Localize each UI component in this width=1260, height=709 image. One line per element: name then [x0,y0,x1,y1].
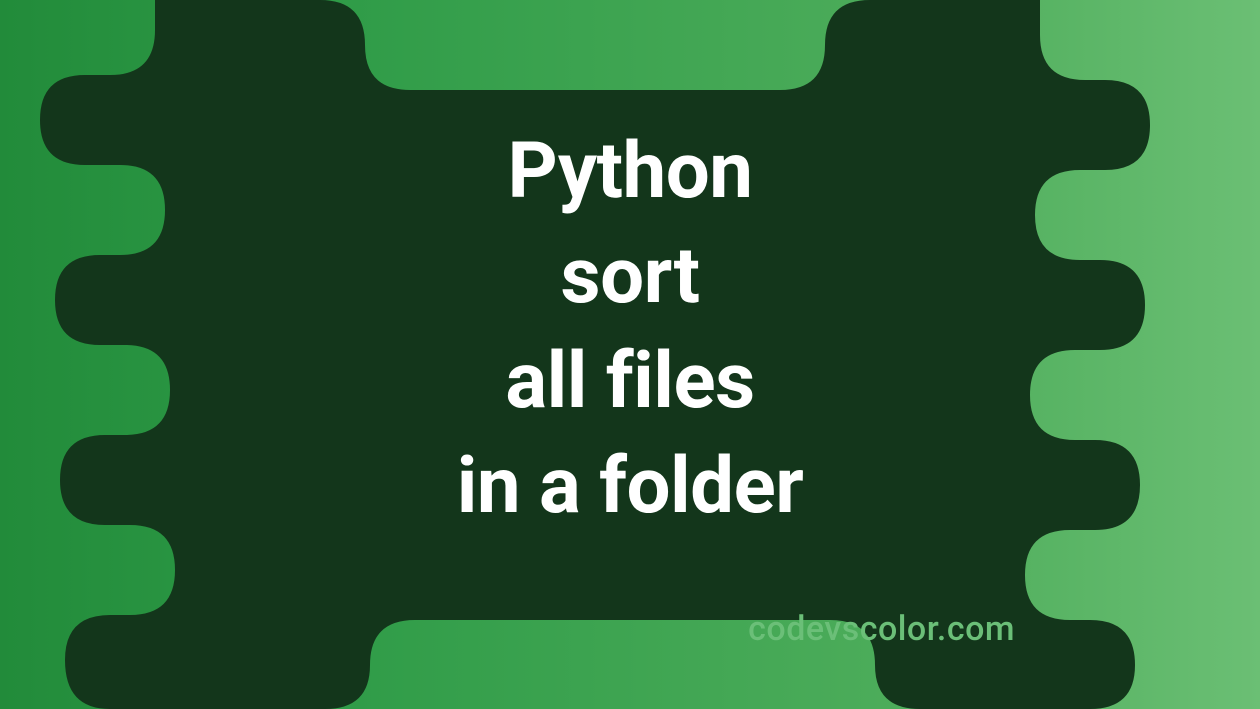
credit-text: codevscolor.com [748,609,1015,649]
promo-banner: Python sort all files in a folder codevs… [0,0,1260,709]
banner-title: Python sort all files in a folder [457,119,804,540]
